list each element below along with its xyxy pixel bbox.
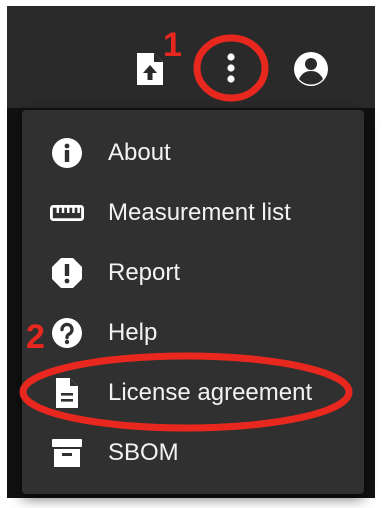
- overflow-menu: About Measurement list Report Help Licen…: [22, 110, 364, 494]
- menu-item-label: Measurement list: [108, 199, 291, 226]
- more-vert-icon: [227, 53, 235, 83]
- account-button[interactable]: [292, 50, 330, 88]
- menu-item-label: About: [108, 139, 171, 166]
- archive-icon: [50, 437, 84, 469]
- file-upload-icon[interactable]: [134, 50, 166, 88]
- menu-item-measurement-list[interactable]: Measurement list: [22, 183, 364, 243]
- menu-item-label: License agreement: [108, 379, 313, 406]
- help-icon: [50, 317, 84, 349]
- menu-item-label: SBOM: [108, 439, 179, 466]
- document-icon: [50, 377, 84, 409]
- menu-item-label: Report: [108, 259, 181, 286]
- menu-item-sbom[interactable]: SBOM: [22, 423, 364, 483]
- menu-item-label: Help: [108, 319, 158, 346]
- ruler-icon: [50, 197, 84, 229]
- account-circle-icon: [294, 52, 328, 86]
- menu-item-about[interactable]: About: [22, 123, 364, 183]
- annotation-step-1: 1: [163, 26, 182, 64]
- app-screen: About Measurement list Report Help Licen…: [0, 0, 382, 508]
- menu-item-report[interactable]: Report: [22, 243, 364, 303]
- info-icon: [50, 137, 84, 169]
- menu-item-help[interactable]: Help: [22, 303, 364, 363]
- report-icon: [50, 257, 84, 289]
- menu-item-license-agreement[interactable]: License agreement: [22, 363, 364, 423]
- more-options-button[interactable]: [214, 48, 248, 88]
- annotation-step-2: 2: [26, 318, 45, 356]
